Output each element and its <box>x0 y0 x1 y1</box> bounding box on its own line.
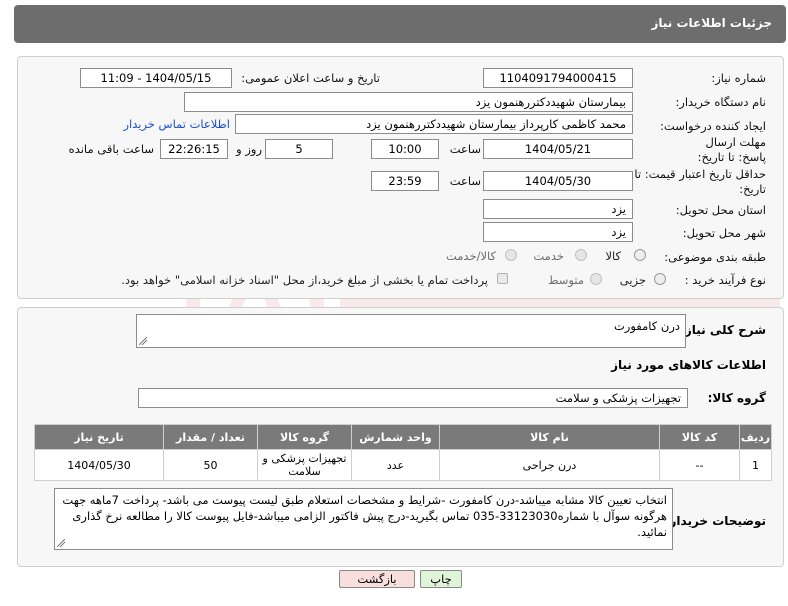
category-radio-service[interactable] <box>575 249 587 261</box>
resize-handle-icon[interactable] <box>57 539 65 547</box>
col-need-date: تاریخ نیاز <box>34 424 164 450</box>
treasury-payment-note: پرداخت تمام یا بخشی از مبلغ خرید،از محل … <box>121 273 488 287</box>
buyer-contact-link[interactable]: اطلاعات تماس خریدار <box>123 117 230 131</box>
announce-date-label: تاریخ و ساعت اعلان عمومی: <box>241 71 380 85</box>
buyer-notes-label: توضیحات خریدار: <box>664 514 766 528</box>
col-goods-group: گروه کالا <box>257 424 352 450</box>
need-summary-label: شرح کلی نیاز: <box>680 323 766 337</box>
process-type-label: نوع فرآیند خرید : <box>684 273 766 287</box>
category-option-both: کالا/خدمت <box>445 249 496 263</box>
remaining-time-field: 22:26:15 <box>160 139 228 159</box>
col-goods-name: نام کالا <box>439 424 660 450</box>
price-validity-time-field: 23:59 <box>371 171 439 191</box>
price-validity-time-label: ساعت <box>449 174 481 188</box>
need-number-field: 1104091794000415 <box>483 68 633 88</box>
resize-handle-icon[interactable] <box>139 337 147 345</box>
print-button[interactable]: چاپ <box>420 570 462 588</box>
deadline-date-field: 1404/05/21 <box>483 139 633 159</box>
buyer-notes-text: انتخاب تعیین کالا مشابه میباشد-درن کامفو… <box>62 493 667 539</box>
deadline-label: مهلت ارسال پاسخ: تا تاریخ: <box>697 135 766 164</box>
buyer-org-field: بیمارستان شهیددکتررهنمون یزد <box>184 92 633 112</box>
price-validity-label: حداقل تاریخ اعتبار قیمت: تا تاریخ: <box>634 167 766 196</box>
category-radio-goods[interactable] <box>634 249 646 261</box>
cell-goods-group: تجهیزات پزشکی و سلامت <box>257 449 352 481</box>
need-summary-field: درن کامفورت <box>136 314 686 348</box>
announce-date-field: 1404/05/15 - 11:09 <box>80 68 232 88</box>
city-field: یزد <box>483 222 633 242</box>
cell-goods-name: درن جراحی <box>439 449 660 481</box>
process-option-minor: جزیی <box>619 273 646 287</box>
remaining-label: ساعت باقی مانده <box>68 142 154 156</box>
goods-info-title: اطلاعات کالاهای مورد نیاز <box>611 358 766 372</box>
process-radio-medium[interactable] <box>590 273 602 285</box>
category-option-service: خدمت <box>533 249 564 263</box>
deadline-time-field: 10:00 <box>371 139 439 159</box>
table-row: 1 -- درن جراحی عدد تجهیزات پزشکی و سلامت… <box>34 449 772 481</box>
need-number-label: شماره نیاز: <box>711 71 766 85</box>
col-quantity: تعداد / مقدار <box>163 424 258 450</box>
process-radio-minor[interactable] <box>654 273 666 285</box>
category-label: طبقه بندی موضوعی: <box>664 250 766 264</box>
buyer-notes-field: انتخاب تعیین کالا مشابه میباشد-درن کامفو… <box>54 488 673 550</box>
cell-row-number: 1 <box>739 449 772 481</box>
buyer-org-label: نام دستگاه خریدار: <box>675 95 766 109</box>
deadline-time-label: ساعت <box>449 142 481 156</box>
col-row-number: ردیف <box>739 424 772 450</box>
process-option-medium: متوسط <box>547 273 584 287</box>
category-option-goods: کالا <box>605 249 621 263</box>
province-field: یزد <box>483 199 633 219</box>
price-validity-date-field: 1404/05/30 <box>483 171 633 191</box>
cell-quantity: 50 <box>163 449 258 481</box>
need-summary-text: درن کامفورت <box>613 319 680 333</box>
province-label: استان محل تحویل: <box>675 203 766 217</box>
requester-label: ایجاد کننده درخواست: <box>660 119 766 133</box>
back-button[interactable]: بازگشت <box>339 570 415 588</box>
goods-table: ردیف کد کالا نام کالا واحد شمارش گروه کا… <box>34 424 772 481</box>
goods-table-header: ردیف کد کالا نام کالا واحد شمارش گروه کا… <box>34 424 772 450</box>
cell-unit: عدد <box>351 449 440 481</box>
goods-group-field: تجهیزات پزشکی و سلامت <box>138 388 688 408</box>
treasury-payment-checkbox[interactable] <box>497 273 508 284</box>
cell-goods-code: -- <box>659 449 740 481</box>
cell-need-date: 1404/05/30 <box>34 449 164 481</box>
col-goods-code: کد کالا <box>659 424 740 450</box>
col-unit: واحد شمارش <box>351 424 440 450</box>
page-header: جزئیات اطلاعات نیاز <box>14 5 786 43</box>
city-label: شهر محل تحویل: <box>682 226 766 240</box>
category-radio-both[interactable] <box>505 249 517 261</box>
goods-group-label: گروه کالا: <box>707 391 766 405</box>
requester-field: محمد کاظمی کارپرداز بیمارستان شهیددکترره… <box>235 114 633 134</box>
remaining-days-field: 5 <box>265 139 333 159</box>
days-label: روز و <box>236 142 262 156</box>
page-title: جزئیات اطلاعات نیاز <box>651 16 772 30</box>
